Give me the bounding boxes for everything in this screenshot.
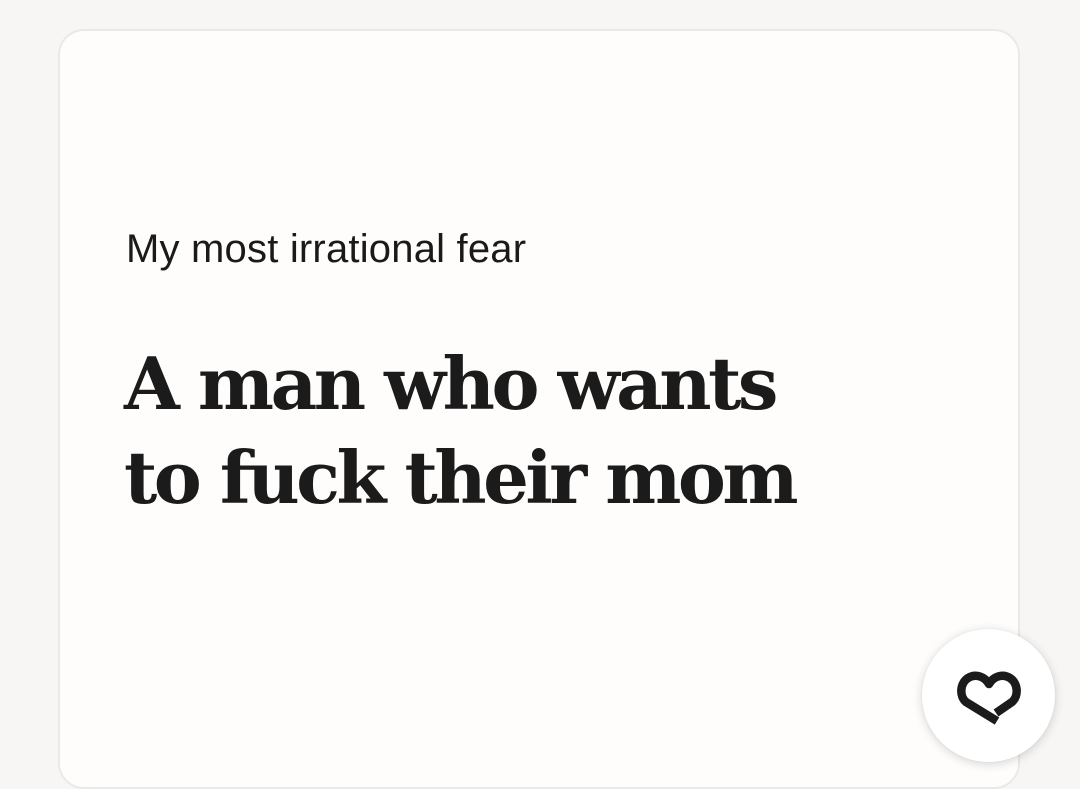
prompt-card: My most irrational fear A man who wants … [58, 29, 1055, 789]
prompt-answer-line-1: A man who wants [124, 341, 778, 426]
heart-icon [956, 671, 1021, 725]
prompt-title: My most irrational fear [126, 227, 527, 271]
prompt-answer: A man who wants to fuck their mom [124, 337, 844, 525]
prompt-answer-line-2: to fuck their mom [124, 435, 799, 520]
like-button[interactable] [922, 629, 1055, 762]
